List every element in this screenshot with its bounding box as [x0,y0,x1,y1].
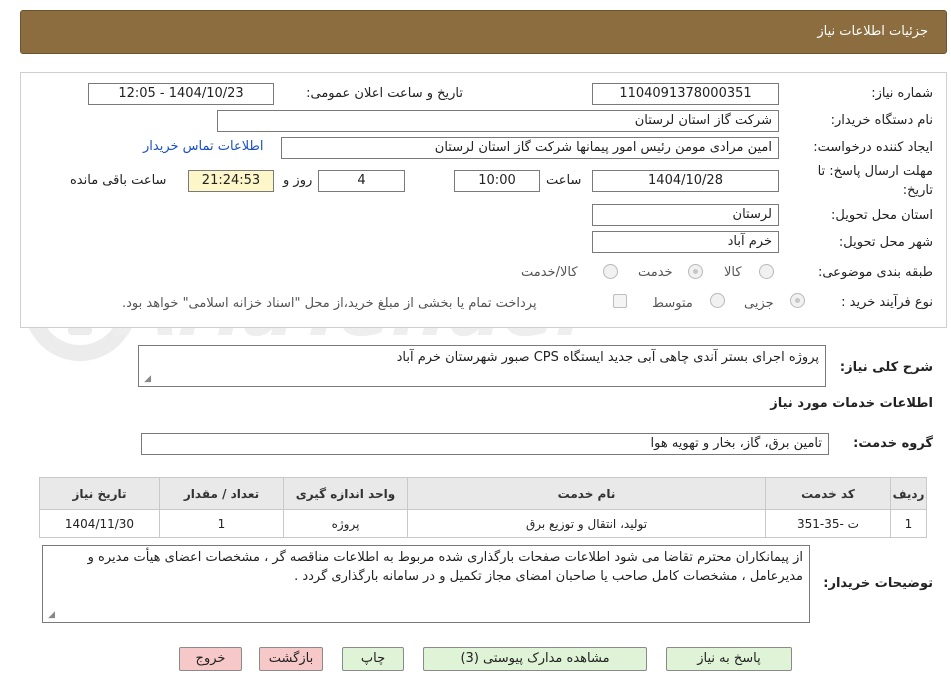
col-row-number: ردیف [890,477,927,510]
treasury-note: پرداخت تمام یا بخشی از مبلغ خرید،از محل … [122,296,537,311]
city-field: خرم آباد [592,231,779,253]
buyer-notes-textarea: از پیمانکاران محترم تقاضا می شود اطلاعات… [42,545,810,623]
announce-date-field: 1404/10/23 - 12:05 [88,83,274,105]
exit-button[interactable]: خروج [179,647,242,671]
col-service-code: کد خدمت [765,477,891,510]
category-option-service: خدمت [638,265,673,280]
col-service-name: نام خدمت [407,477,766,510]
category-radio-service[interactable] [688,264,703,279]
province-field: لرستان [592,204,779,226]
description-text: پروژه اجرای بستر آندی چاهی آبی جدید ایست… [396,350,819,365]
creator-label: ایجاد کننده درخواست: [813,140,933,155]
days-label: روز و [283,173,313,188]
col-need-date: تاریخ نیاز [39,477,160,510]
creator-field: امین مرادی مومن رئیس امور پیمانها شرکت گ… [281,137,779,159]
cell-service-name: تولید، انتقال و توزیع برق [407,509,766,538]
print-button[interactable]: چاپ [342,647,404,671]
service-group-field: تامین برق، گاز، بخار و تهویه هوا [141,433,829,455]
days-field: 4 [318,170,405,192]
cell-need-date: 1404/11/30 [39,509,160,538]
remaining-label: ساعت باقی مانده [70,173,167,188]
city-label: شهر محل تحویل: [838,235,933,250]
process-radio-medium[interactable] [710,293,725,308]
buyer-notes-label: توضیحات خریدار: [823,576,933,591]
buyer-org-field: شرکت گاز استان لرستان [217,110,779,132]
page-title: جزئیات اطلاعات نیاز [817,24,928,39]
back-button[interactable]: بازگشت [259,647,323,671]
category-radio-goods-service[interactable] [603,264,618,279]
need-number-label: شماره نیاز: [871,86,933,101]
need-number-field: 1104091378000351 [592,83,779,105]
services-table: ردیف کد خدمت نام خدمت واحد اندازه گیری ت… [39,477,927,538]
announce-date-label: تاریخ و ساعت اعلان عمومی: [306,86,463,101]
countdown-field: 21:24:53 [188,170,274,192]
process-label: نوع فرآیند خرید : [841,295,933,310]
deadline-date-field: 1404/10/28 [592,170,779,192]
cell-unit: پروژه [283,509,408,538]
buyer-org-label: نام دستگاه خریدار: [830,113,933,128]
category-label: طبقه بندی موضوعی: [817,265,933,280]
treasury-checkbox[interactable] [613,294,627,308]
category-option-goods: کالا [724,265,742,280]
process-radio-minor[interactable] [790,293,805,308]
buyer-contact-link[interactable]: اطلاعات تماس خریدار [143,139,263,154]
cell-quantity: 1 [159,509,284,538]
col-unit: واحد اندازه گیری [283,477,408,510]
buyer-notes-text: از پیمانکاران محترم تقاضا می شود اطلاعات… [87,550,803,584]
view-attachments-button[interactable]: مشاهده مدارک پیوستی (3) [423,647,647,671]
category-option-goods-service: کالا/خدمت [521,265,578,280]
cell-row-number: 1 [890,509,927,538]
deadline-date-sublabel: تاریخ: [902,183,933,198]
services-section-title: اطلاعات خدمات مورد نیاز [770,396,933,411]
province-label: استان محل تحویل: [831,208,933,223]
col-quantity: تعداد / مقدار [159,477,284,510]
description-label: شرح کلی نیاز: [839,360,933,375]
description-textarea: پروژه اجرای بستر آندی چاهی آبی جدید ایست… [138,345,826,387]
table-row: 1 ت -35-351 تولید، انتقال و توزیع برق پر… [39,509,927,538]
process-option-minor: جزیی [744,296,774,311]
category-radio-goods[interactable] [759,264,774,279]
deadline-time-label: ساعت [546,173,582,188]
deadline-time-field: 10:00 [454,170,540,192]
resize-grip-icon[interactable]: ◢ [142,375,151,384]
table-header-row: ردیف کد خدمت نام خدمت واحد اندازه گیری ت… [39,477,927,510]
process-option-medium: متوسط [652,296,693,311]
page-header: جزئیات اطلاعات نیاز [20,10,947,54]
reply-button[interactable]: پاسخ به نیاز [666,647,792,671]
deadline-label: مهلت ارسال پاسخ: تا [817,164,933,179]
resize-grip-icon[interactable]: ◢ [46,611,55,620]
service-group-label: گروه خدمت: [853,436,933,451]
cell-service-code: ت -35-351 [765,509,891,538]
